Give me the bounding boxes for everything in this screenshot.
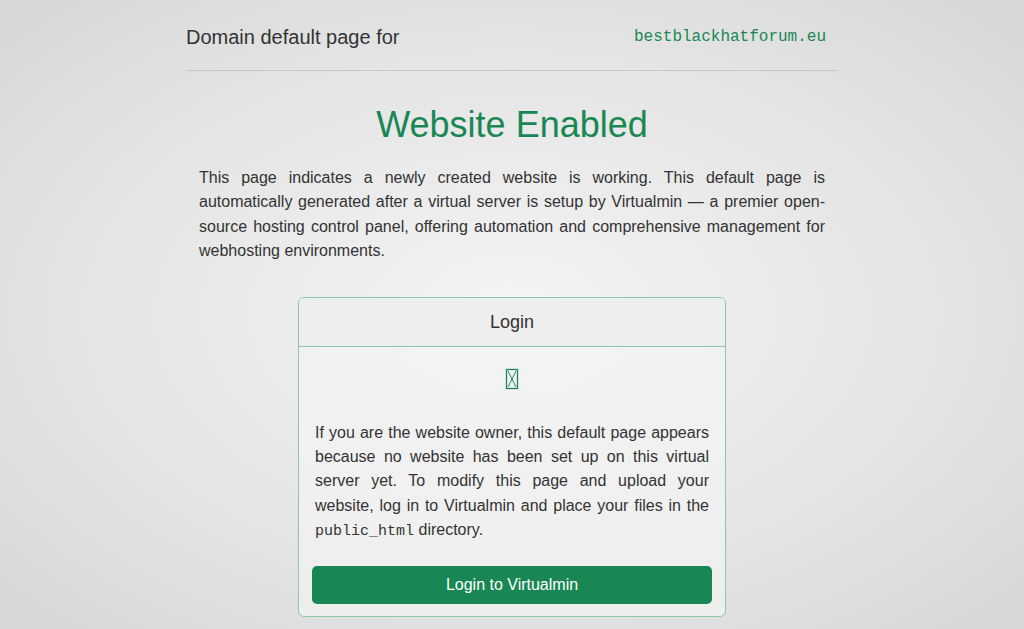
intro-text: This page indicates a newly created webs… xyxy=(186,166,838,264)
card-title: Login xyxy=(490,309,534,335)
glyph-icon xyxy=(505,367,519,391)
login-icon xyxy=(312,367,712,391)
page-header: Domain default page for bestblackhatforum… xyxy=(186,23,838,71)
page-title: Website Enabled xyxy=(186,103,838,147)
card-header: Login xyxy=(299,298,725,347)
domain-name: bestblackhatforum.eu xyxy=(634,23,838,51)
card-text: If you are the website owner, this defau… xyxy=(312,421,712,544)
card-text-before: If you are the website owner, this defau… xyxy=(315,424,709,514)
login-card: Login If you are the website owner, this … xyxy=(298,297,726,617)
card-body: If you are the website owner, this defau… xyxy=(299,347,725,616)
login-button[interactable]: Login to Virtualmin xyxy=(312,566,712,604)
card-text-after: directory. xyxy=(414,521,483,538)
directory-name: public_html xyxy=(315,523,414,540)
header-prefix: Domain default page for xyxy=(186,23,399,51)
